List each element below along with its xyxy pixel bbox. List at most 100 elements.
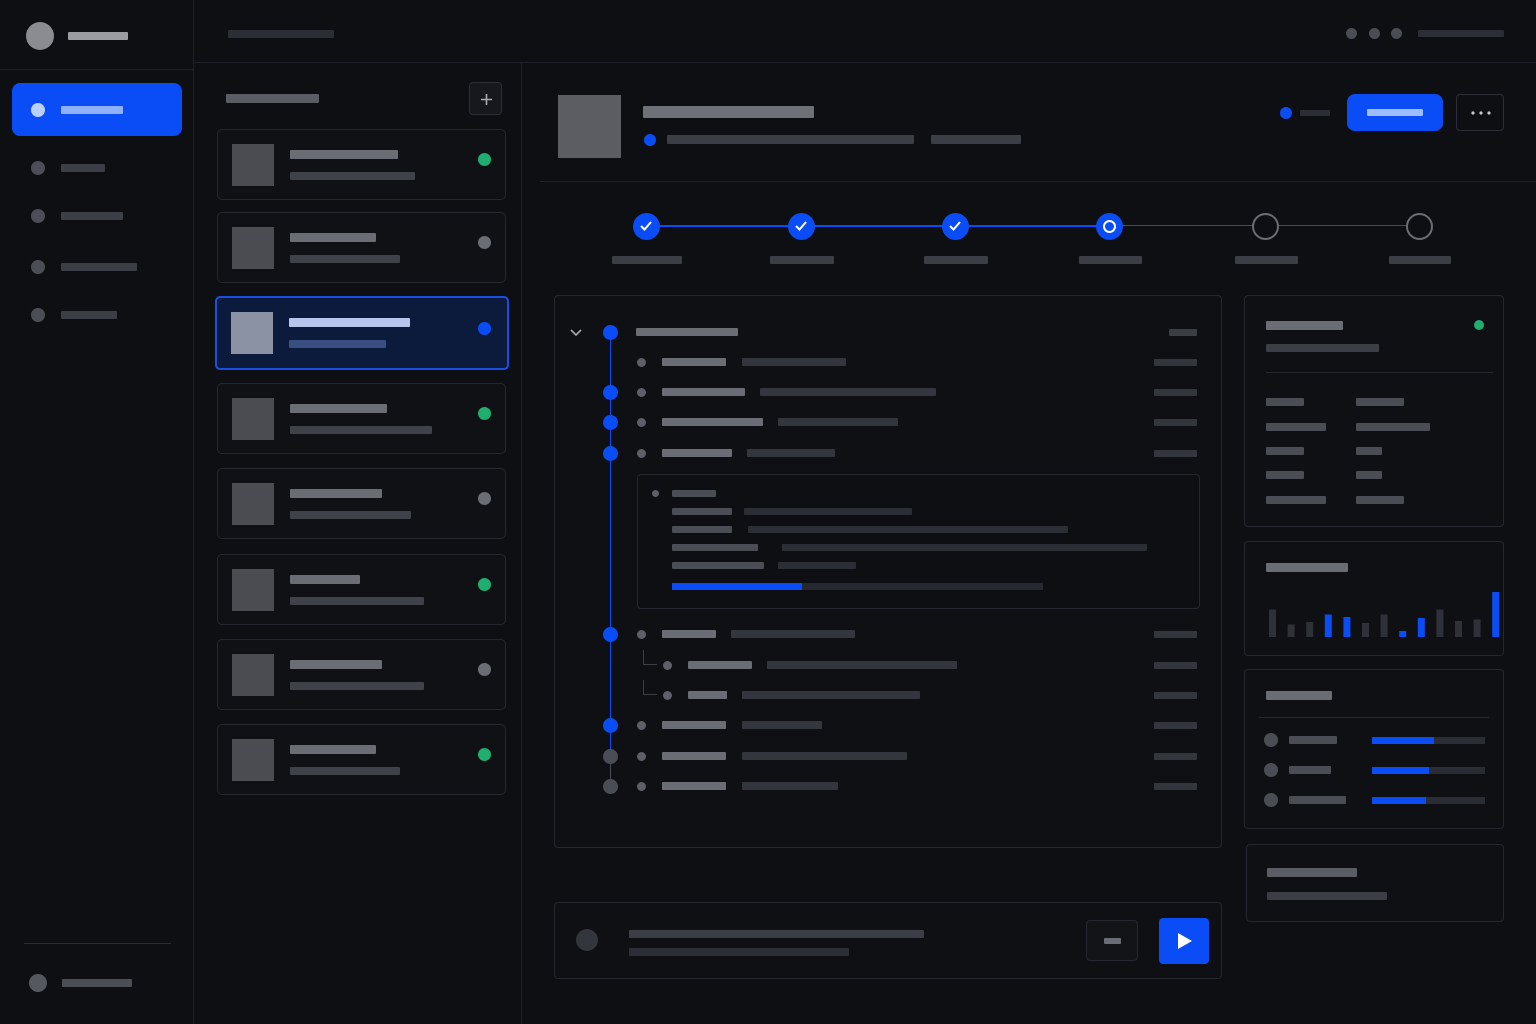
detail-view (523, 63, 1536, 1024)
attachment-button[interactable] (1086, 920, 1138, 961)
chevron-down-icon[interactable] (570, 329, 582, 337)
list-item[interactable] (217, 212, 506, 283)
user-label[interactable] (1418, 30, 1504, 37)
property-value (1356, 423, 1430, 431)
timeline-key (662, 358, 726, 366)
list-item[interactable] (217, 554, 506, 625)
detail-progress-bar (672, 583, 1043, 590)
item-subtitle (290, 172, 415, 180)
item-title (289, 318, 410, 327)
progress-avatar (1264, 763, 1278, 777)
timeline-key (662, 752, 726, 760)
activity-bar (1417, 618, 1425, 637)
settings-icon[interactable] (1391, 28, 1402, 39)
status-label (1300, 110, 1330, 116)
check-icon (795, 221, 807, 231)
activity-card (1244, 541, 1504, 656)
progress-label (1289, 796, 1346, 804)
sidebar-item-5[interactable] (12, 291, 182, 339)
progress-fill (1372, 797, 1427, 804)
timeline-node (603, 779, 618, 794)
sidebar-item-2[interactable] (12, 144, 182, 192)
sidebar (0, 0, 194, 1024)
timeline-bullet (637, 721, 646, 730)
detail-title (643, 106, 814, 118)
properties-title (1266, 321, 1343, 330)
item-subtitle (290, 597, 424, 605)
user-menu[interactable] (12, 960, 182, 1004)
detail-value (778, 562, 856, 569)
status-dot (644, 134, 656, 146)
help-icon[interactable] (1369, 28, 1380, 39)
timeline-key (662, 388, 745, 396)
item-subtitle (290, 682, 424, 690)
tree-connector (643, 650, 657, 665)
step-1[interactable] (633, 213, 660, 240)
summary-card (1246, 844, 1504, 922)
item-title (290, 575, 360, 584)
notification-icon[interactable] (1346, 28, 1357, 39)
timeline-group-meta (1169, 329, 1197, 336)
composer-input[interactable] (629, 930, 924, 938)
add-item-button[interactable] (469, 82, 502, 115)
list-item[interactable] (215, 296, 509, 370)
timeline-key (688, 661, 752, 669)
timeline-panel (554, 295, 1222, 848)
user-name (62, 979, 132, 987)
progress-bar (1372, 797, 1485, 804)
step-3[interactable] (942, 213, 969, 240)
user-avatar (29, 974, 47, 992)
list-item[interactable] (217, 468, 506, 539)
detail-heading (672, 490, 716, 497)
timeline-bullet (637, 388, 646, 397)
sidebar-item-label (61, 263, 137, 271)
step-2[interactable] (788, 213, 815, 240)
sidebar-item-1[interactable] (12, 83, 182, 136)
sidebar-item-4[interactable] (12, 243, 182, 291)
attach-icon[interactable] (576, 929, 598, 951)
list-item[interactable] (217, 383, 506, 454)
sidebar-item-label (61, 212, 123, 220)
timeline-bullet (637, 358, 646, 367)
step-6[interactable] (1406, 213, 1433, 240)
sidebar-item-label (61, 311, 117, 319)
item-status-dot (478, 322, 491, 335)
timeline-bullet (637, 752, 646, 761)
timeline-bullet (637, 782, 646, 791)
composer (554, 902, 1222, 979)
activity-chart (1269, 592, 1500, 637)
primary-action-button[interactable] (1347, 94, 1443, 131)
play-icon (1178, 933, 1192, 949)
property-value (1356, 496, 1404, 504)
timeline-bullet (663, 661, 672, 670)
timeline-key (662, 630, 716, 638)
live-indicator (1280, 107, 1292, 119)
workspace-avatar[interactable] (26, 22, 54, 50)
attachment-icon (1104, 938, 1121, 944)
nav-icon (31, 308, 45, 322)
timeline-time (1154, 783, 1197, 790)
item-thumbnail (232, 398, 274, 440)
property-key (1266, 423, 1326, 431)
sidebar-item-3[interactable] (12, 192, 182, 240)
more-options-button[interactable] (1456, 94, 1504, 131)
detail-bullet (652, 490, 659, 497)
step-5[interactable] (1252, 213, 1279, 240)
send-button[interactable] (1159, 918, 1209, 964)
list-item[interactable] (217, 724, 506, 795)
summary-subtitle (1267, 892, 1387, 900)
list-item[interactable] (217, 129, 506, 200)
step-4[interactable] (1096, 213, 1123, 240)
detail-progress-fill (672, 583, 802, 590)
list-item[interactable] (217, 639, 506, 710)
item-thumbnail (232, 483, 274, 525)
item-thumbnail (232, 144, 274, 186)
property-key (1266, 496, 1326, 504)
timeline-value (742, 782, 838, 790)
timeline-value (731, 630, 855, 638)
list-title (226, 94, 319, 103)
timeline-time (1154, 662, 1197, 669)
detail-value (782, 544, 1147, 551)
property-key (1266, 471, 1304, 479)
item-subtitle (290, 511, 411, 519)
